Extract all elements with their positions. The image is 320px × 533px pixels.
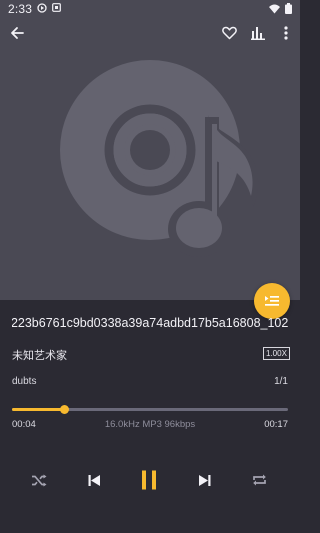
player-toolbar — [0, 20, 300, 46]
music-player-screen: 2:33 e223b6761c9bd0338a39a74adbd17b5a168… — [0, 0, 300, 533]
playback-controls — [0, 462, 300, 498]
status-time: 2:33 — [8, 2, 33, 16]
next-button[interactable] — [186, 462, 222, 498]
equalizer-icon — [251, 26, 265, 40]
repeat-button[interactable] — [241, 462, 277, 498]
playback-speed-button[interactable]: 1.00X — [263, 347, 290, 360]
total-duration: 00:17 — [264, 419, 288, 430]
playlist-icon — [265, 296, 279, 306]
heart-outline-icon — [221, 26, 237, 40]
skip-previous-icon — [88, 474, 100, 486]
app-notification-icon — [52, 3, 62, 15]
queue-position: 1/1 — [274, 376, 288, 387]
battery-icon — [285, 3, 292, 17]
shuffle-icon — [32, 474, 47, 486]
media-notification-icon — [37, 2, 47, 16]
album-art-placeholder — [60, 60, 259, 257]
repeat-icon — [252, 474, 266, 486]
seek-bar[interactable] — [12, 405, 288, 414]
more-options-button[interactable] — [273, 20, 299, 46]
playlist-button[interactable] — [254, 283, 290, 319]
artist-name: 未知艺术家 — [12, 350, 67, 362]
seek-bar-progress — [12, 408, 65, 411]
pause-icon — [142, 470, 156, 490]
skip-next-icon — [198, 474, 210, 486]
seek-bar-thumb[interactable] — [60, 405, 70, 414]
album-name: dubts — [12, 376, 37, 387]
back-button[interactable] — [4, 20, 30, 46]
more-vert-icon — [284, 26, 288, 40]
play-pause-button[interactable] — [131, 462, 167, 498]
song-title: e223b6761c9bd0338a39a74adbd17b5a16808_10… — [12, 316, 288, 330]
wifi-icon — [269, 4, 280, 17]
shuffle-button[interactable] — [21, 462, 57, 498]
previous-button[interactable] — [76, 462, 112, 498]
favorite-button[interactable] — [216, 20, 242, 46]
disc-hub — [130, 130, 170, 170]
file-format-info: 16.0kHz MP3 96kbps — [104, 419, 196, 430]
equalizer-button[interactable] — [245, 20, 271, 46]
arrow-back-icon — [11, 27, 24, 39]
status-bar: 2:33 — [0, 0, 300, 18]
